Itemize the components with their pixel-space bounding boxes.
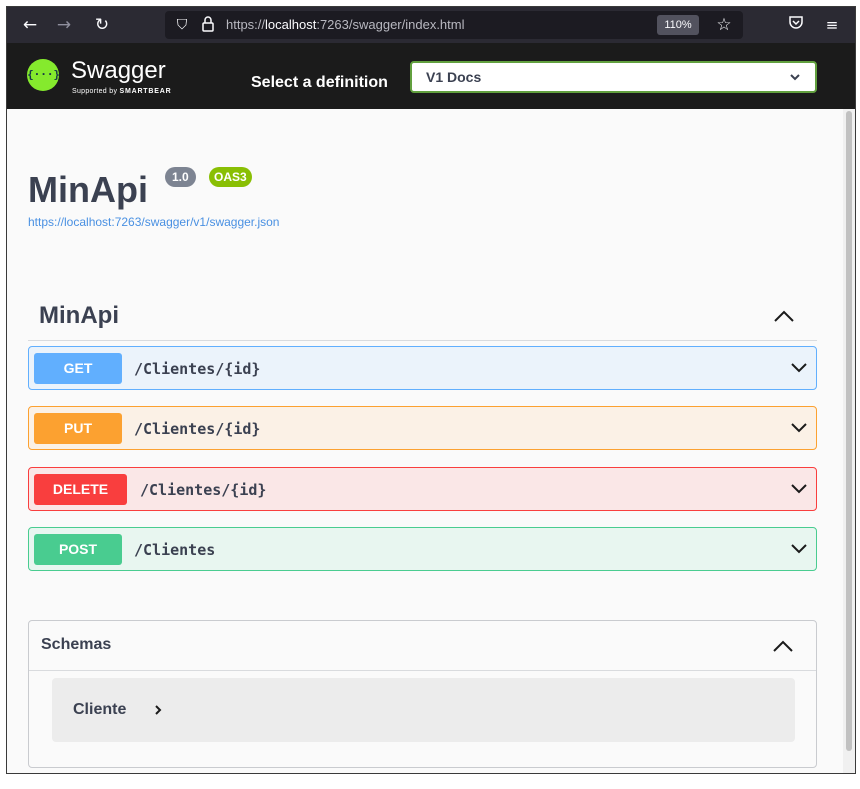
reload-icon[interactable]: ↻ [91, 14, 113, 36]
tag-name: MinApi [39, 302, 119, 329]
chevron-down-icon [790, 74, 800, 81]
arrow-right-icon[interactable]: → [53, 14, 75, 36]
pocket-icon[interactable] [785, 14, 807, 36]
star-icon[interactable]: ☆ [713, 14, 735, 36]
swagger-logo[interactable]: {···} Swagger Supported by SMARTBEAR [27, 57, 217, 101]
address-bar[interactable]: ⛉ https://localhost:7263/swagger/index.h… [165, 11, 743, 39]
chevron-down-icon[interactable] [790, 483, 808, 495]
shield-icon[interactable]: ⛉ [173, 15, 191, 35]
method-badge: PUT [34, 413, 122, 444]
logo-sub-brand: SMARTBEAR [119, 88, 172, 95]
tag-section-header[interactable]: MinApi [28, 291, 817, 341]
swagger-logo-text: Swagger [71, 57, 166, 84]
chevron-right-icon[interactable] [153, 704, 163, 716]
operation-post-clientes[interactable]: POST /Clientes [28, 527, 817, 571]
operation-path: /Clientes/{id} [140, 481, 267, 499]
hamburger-menu-icon[interactable]: ≡ [821, 14, 843, 36]
operation-path: /Clientes [134, 541, 216, 559]
swagger-logo-icon: {···} [27, 59, 60, 91]
vertical-scrollbar[interactable] [843, 109, 855, 773]
oas-badge: OAS3 [209, 167, 252, 187]
swagger-logo-subtitle: Supported by SMARTBEAR [72, 88, 171, 95]
lock-icon[interactable] [199, 15, 217, 35]
definition-select[interactable]: V1 Docs [410, 61, 817, 93]
operation-delete-clientes-id[interactable]: DELETE /Clientes/{id} [28, 467, 817, 511]
model-item-cliente[interactable]: Cliente [52, 678, 795, 742]
logo-sub-prefix: Supported by [72, 88, 120, 95]
url-text[interactable]: https://localhost:7263/swagger/index.htm… [226, 17, 465, 32]
definition-label: Select a definition [251, 74, 388, 91]
swagger-topbar: {···} Swagger Supported by SMARTBEAR Sel… [7, 43, 855, 109]
method-badge: POST [34, 534, 122, 565]
browser-toolbar: ← → ↻ ⛉ https://localhost:7263/swagger/i… [7, 7, 855, 43]
spec-url-link[interactable]: https://localhost:7263/swagger/v1/swagge… [28, 215, 279, 229]
definition-select-value: V1 Docs [426, 69, 482, 85]
scrollbar-thumb[interactable] [846, 111, 852, 751]
chevron-down-icon[interactable] [790, 362, 808, 374]
method-badge: DELETE [34, 474, 127, 505]
url-path: :7263/swagger/index.html [316, 17, 465, 32]
chevron-down-icon[interactable] [790, 543, 808, 555]
schemas-header[interactable]: Schemas [29, 621, 816, 671]
browser-window: ← → ↻ ⛉ https://localhost:7263/swagger/i… [6, 6, 856, 774]
operation-get-clientes-id[interactable]: GET /Clientes/{id} [28, 346, 817, 390]
url-host: localhost [265, 17, 317, 32]
chevron-down-icon[interactable] [790, 422, 808, 434]
api-title: MinApi [28, 169, 148, 210]
zoom-level-badge[interactable]: 110% [657, 15, 699, 35]
operation-path: /Clientes/{id} [134, 360, 261, 378]
url-scheme: https:// [226, 17, 266, 32]
version-badge: 1.0 [165, 167, 196, 187]
method-badge: GET [34, 353, 122, 384]
schemas-title: Schemas [41, 636, 112, 653]
chevron-up-icon[interactable] [772, 639, 794, 653]
chevron-up-icon[interactable] [773, 309, 795, 323]
operation-put-clientes-id[interactable]: PUT /Clientes/{id} [28, 406, 817, 450]
model-name: Cliente [73, 701, 127, 718]
operation-path: /Clientes/{id} [134, 420, 261, 438]
arrow-left-icon[interactable]: ← [19, 14, 41, 36]
schemas-section: Schemas Cliente [28, 620, 817, 768]
